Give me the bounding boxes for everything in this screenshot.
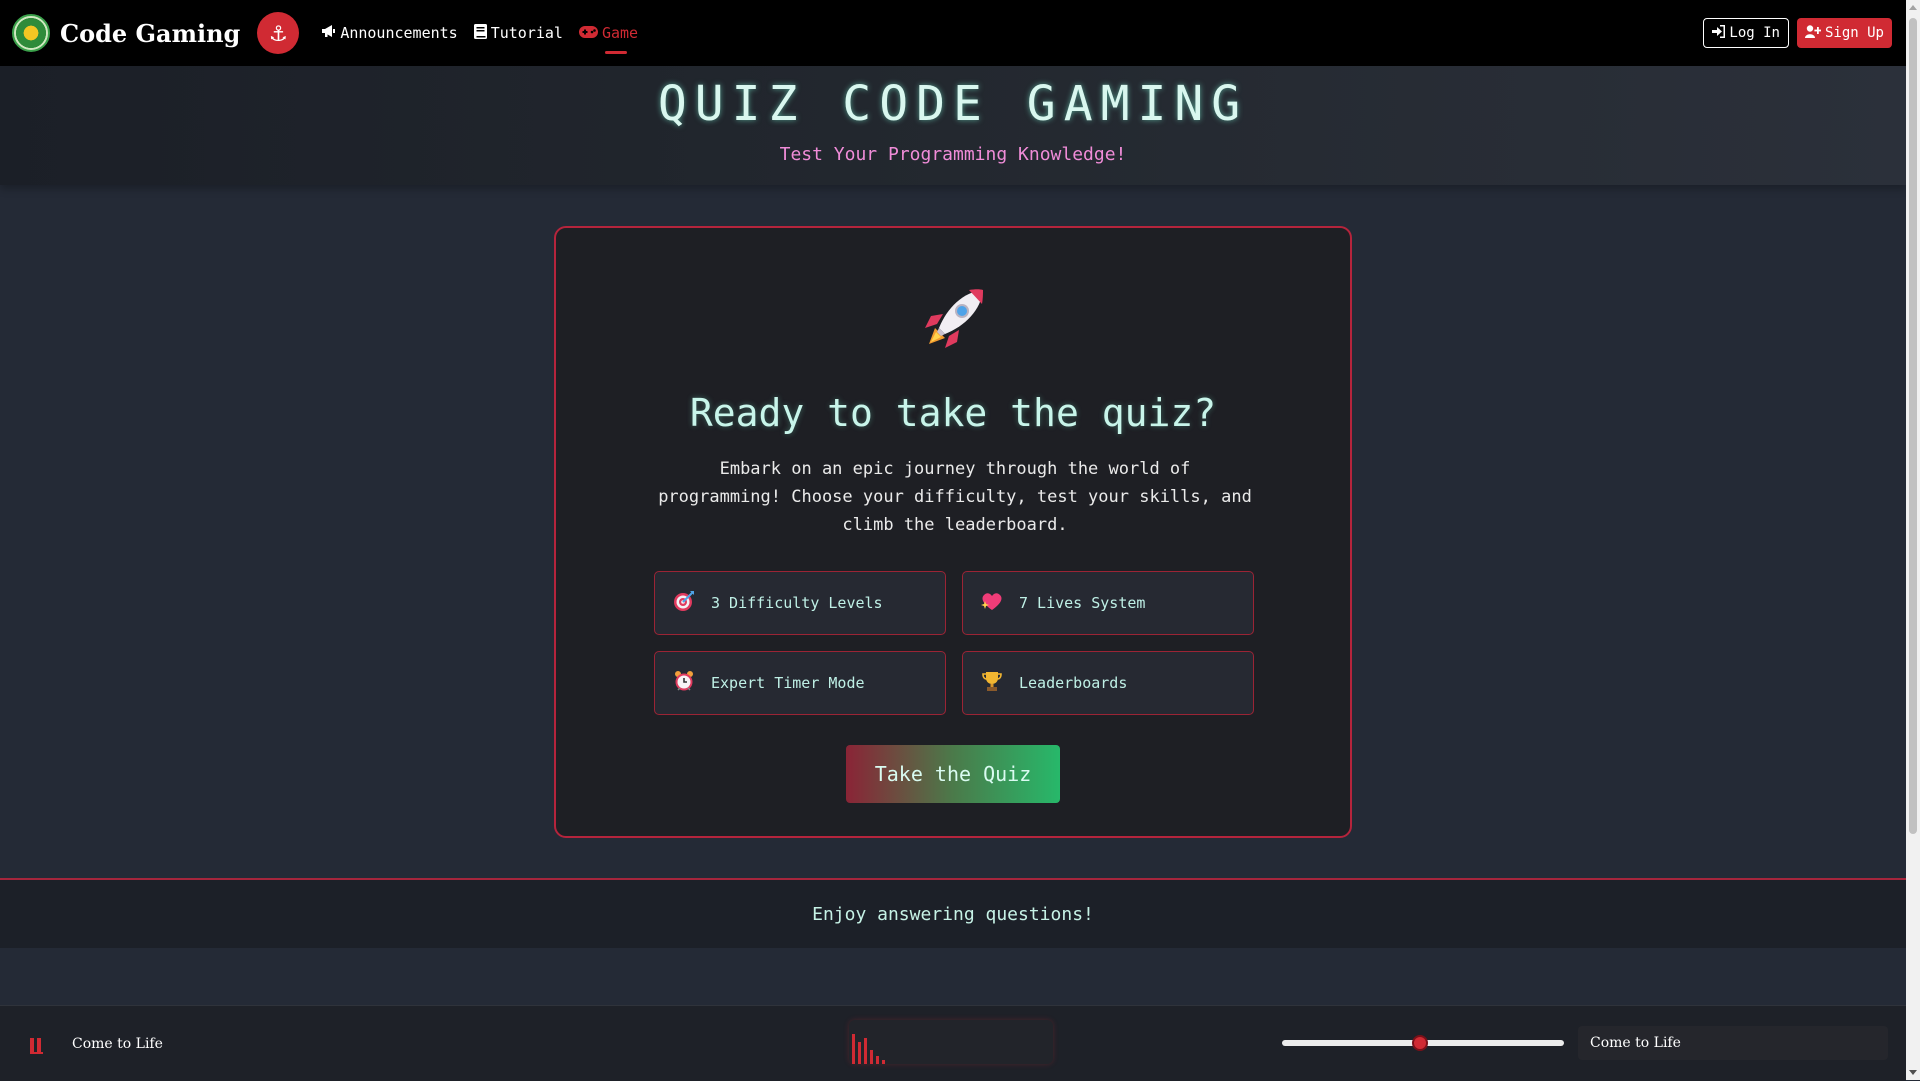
feature-label: 3 Difficulty Levels — [711, 594, 883, 612]
pause-bar — [30, 1038, 34, 1052]
page-subtitle: Test Your Programming Knowledge! — [779, 144, 1127, 165]
megaphone-icon — [321, 24, 336, 42]
signup-button[interactable]: Sign Up — [1796, 18, 1892, 48]
login-label: Log In — [1729, 25, 1780, 41]
page-title: QUIZ CODE GAMING — [657, 76, 1249, 132]
visualizer-bar — [876, 1056, 879, 1064]
brand-logo — [12, 14, 50, 52]
login-button[interactable]: Log In — [1703, 18, 1789, 48]
track-title: Come to Life — [72, 1036, 163, 1052]
visualizer-bar — [870, 1050, 873, 1064]
signup-label: Sign Up — [1824, 25, 1884, 41]
volume-slider[interactable] — [1282, 1035, 1564, 1051]
audio-visualizer — [849, 1020, 1053, 1064]
nav-link-label: Tutorial — [490, 24, 563, 42]
feature-label: Expert Timer Mode — [711, 674, 865, 692]
play-pause-button[interactable] — [30, 1038, 43, 1054]
alarm-clock-icon — [671, 670, 697, 697]
page-scrollbar[interactable] — [1906, 0, 1920, 1080]
visualizer-bar — [864, 1038, 867, 1064]
trophy-icon — [979, 670, 1005, 697]
visualizer-bar — [858, 1042, 861, 1064]
user-plus-icon — [1804, 24, 1822, 42]
scrollbar-thumb[interactable] — [1909, 18, 1917, 834]
take-quiz-button[interactable]: Take the Quiz — [846, 745, 1060, 803]
sparkling-heart-icon — [979, 590, 1005, 617]
scroll-up-arrow[interactable] — [1909, 5, 1917, 10]
visualizer-bar — [882, 1060, 885, 1064]
feature-label: Leaderboards — [1019, 674, 1128, 692]
footer-message: Enjoy answering questions! — [0, 878, 1906, 948]
sign-in-icon — [1712, 24, 1726, 42]
rocket-icon — [917, 284, 989, 356]
feature-difficulty-levels: 3 Difficulty Levels — [654, 571, 946, 635]
nav-links: Announcements Tutorial Game — [321, 0, 654, 66]
nav-link-tutorial[interactable]: Tutorial — [473, 0, 563, 66]
anchor-button[interactable]: ⚓ — [257, 12, 300, 54]
quiz-card: Ready to take the quiz? Embark on an epi… — [554, 226, 1352, 838]
card-title: Ready to take the quiz? — [689, 391, 1217, 435]
book-icon — [473, 23, 487, 43]
pause-bar — [37, 1038, 41, 1052]
anchor-icon: ⚓ — [270, 18, 287, 48]
feature-label: 7 Lives System — [1019, 594, 1146, 612]
target-icon — [671, 590, 697, 617]
nav-link-announcements[interactable]: Announcements — [321, 0, 458, 66]
feature-leaderboards: Leaderboards — [962, 651, 1254, 715]
now-playing-box: Come to Life — [1578, 1026, 1888, 1060]
nav-link-label: Game — [601, 24, 639, 42]
auth-buttons: Log In Sign Up — [1703, 18, 1892, 48]
brand-title: Code Gaming — [60, 18, 241, 48]
nav-link-label: Announcements — [340, 24, 458, 42]
feature-expert-timer: Expert Timer Mode — [654, 651, 946, 715]
visualizer-bar — [852, 1034, 855, 1064]
card-description: Embark on an epic journey through the wo… — [658, 459, 1252, 535]
scroll-down-arrow[interactable] — [1909, 1070, 1917, 1075]
page-header: QUIZ CODE GAMING Test Your Programming K… — [0, 66, 1906, 185]
footer-text: Enjoy answering questions! — [812, 903, 1094, 925]
gamepad-icon — [578, 24, 598, 42]
top-navbar: Code Gaming ⚓ Announcements Tutorial Gam… — [0, 0, 1920, 66]
feature-lives-system: 7 Lives System — [962, 571, 1254, 635]
now-playing-title: Come to Life — [1590, 1035, 1681, 1051]
nav-link-game[interactable]: Game — [578, 0, 639, 66]
brand[interactable]: Code Gaming — [12, 14, 240, 52]
